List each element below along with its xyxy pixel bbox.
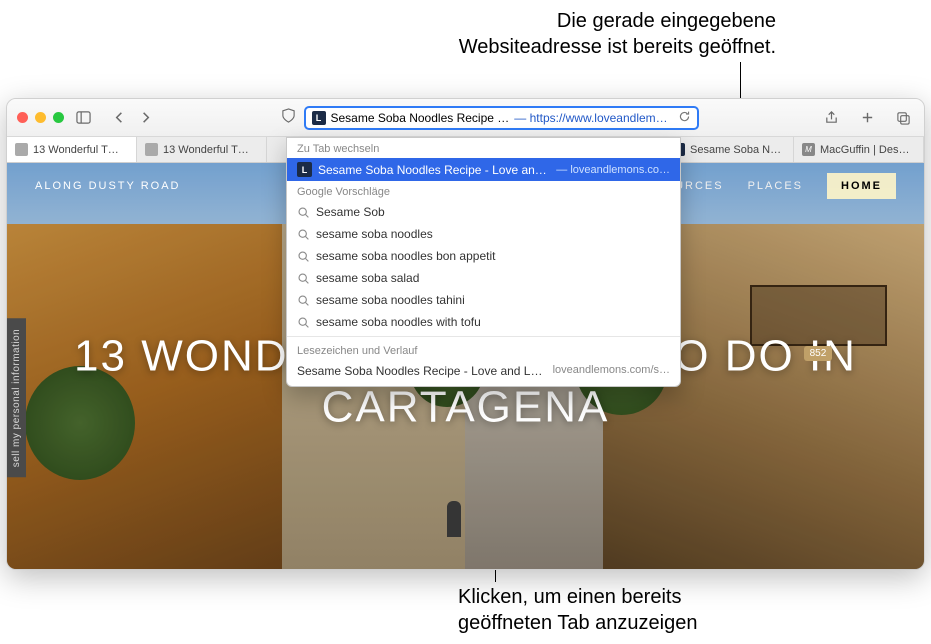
history-url: loveandlemons.com/s…: [553, 364, 670, 378]
tab-label: 13 Wonderful T…: [33, 144, 119, 156]
tab-label: Sesame Soba N…: [690, 144, 781, 156]
suggestion-text: sesame soba noodles bon appetit: [316, 249, 670, 263]
back-button[interactable]: [108, 108, 130, 128]
search-icon: [297, 316, 310, 329]
history-item[interactable]: Sesame Soba Noodles Recipe - Love and Le…: [287, 360, 680, 382]
nav-places[interactable]: PLACES: [748, 180, 803, 192]
annotation-top: Die gerade eingegebene Websiteadresse is…: [276, 8, 776, 60]
switch-to-tab-item[interactable]: L Sesame Soba Noodles Recipe - Love and …: [287, 158, 680, 181]
search-icon: [297, 272, 310, 285]
suggestion-title: Sesame Soba Noodles Recipe - Love and Le…: [318, 163, 550, 177]
search-suggestion[interactable]: sesame soba noodles bon appetit: [287, 245, 680, 267]
tab-label: MacGuffin | Des…: [820, 144, 909, 156]
toolbar: L Sesame Soba Noodles Recipe … — https:/…: [7, 99, 924, 137]
address-favicon: L: [312, 111, 326, 125]
privacy-shield-icon[interactable]: [278, 106, 300, 126]
dropdown-section-history: Lesezeichen und Verlauf: [287, 340, 680, 360]
tab-3[interactable]: M MacGuffin | Des…: [794, 137, 924, 162]
suggestion-text: Sesame Sob: [316, 205, 670, 219]
tab-1[interactable]: 13 Wonderful T…: [137, 137, 267, 162]
fullscreen-window-button[interactable]: [53, 112, 64, 123]
minimize-window-button[interactable]: [35, 112, 46, 123]
share-button[interactable]: [820, 108, 842, 128]
search-icon: [297, 206, 310, 219]
address-title: Sesame Soba Noodles Recipe …: [331, 111, 510, 125]
search-icon: [297, 250, 310, 263]
suggestion-text: sesame soba noodles tahini: [316, 293, 670, 307]
image-badge: 852: [804, 346, 833, 361]
window-controls: [17, 112, 64, 123]
address-url: — https://www.loveandlemons.c…: [514, 111, 672, 125]
search-icon: [297, 228, 310, 241]
new-tab-button[interactable]: [856, 108, 878, 128]
search-suggestion[interactable]: sesame soba noodles with tofu: [287, 311, 680, 333]
history-title: Sesame Soba Noodles Recipe - Love and Le…: [297, 364, 543, 378]
tab-label: 13 Wonderful T…: [163, 144, 249, 156]
search-icon: [297, 294, 310, 307]
tab-0[interactable]: 13 Wonderful T…: [7, 137, 137, 162]
dropdown-divider: [287, 336, 680, 337]
tab-overview-button[interactable]: [892, 108, 914, 128]
dropdown-section-switch: Zu Tab wechseln: [287, 138, 680, 158]
tab-favicon: [15, 143, 28, 156]
suggestion-text: sesame soba noodles: [316, 227, 670, 241]
privacy-side-tab[interactable]: sell my personal information: [7, 319, 26, 478]
site-brand[interactable]: ALONG DUSTY ROAD: [35, 180, 181, 192]
close-window-button[interactable]: [17, 112, 28, 123]
search-suggestion[interactable]: sesame soba noodles: [287, 223, 680, 245]
forward-button[interactable]: [134, 108, 156, 128]
tab-favicon: [145, 143, 158, 156]
address-suggestions-dropdown: Zu Tab wechseln L Sesame Soba Noodles Re…: [286, 137, 681, 387]
tab-2[interactable]: L Sesame Soba N…: [664, 137, 794, 162]
suggestion-text: sesame soba noodles with tofu: [316, 315, 670, 329]
search-suggestion[interactable]: Sesame Sob: [287, 201, 680, 223]
search-suggestion[interactable]: sesame soba noodles tahini: [287, 289, 680, 311]
search-suggestion[interactable]: sesame soba salad: [287, 267, 680, 289]
tab-favicon: M: [802, 143, 815, 156]
safari-window: L Sesame Soba Noodles Recipe … — https:/…: [6, 98, 925, 570]
dropdown-section-google: Google Vorschläge: [287, 181, 680, 201]
nav-home-button[interactable]: HOME: [827, 173, 896, 199]
suggestion-text: sesame soba salad: [316, 271, 670, 285]
sidebar-toggle-button[interactable]: [72, 108, 94, 128]
address-bar[interactable]: L Sesame Soba Noodles Recipe … — https:/…: [304, 106, 699, 130]
suggestion-subtitle: — loveandlemons.co…: [556, 164, 670, 176]
annotation-bottom: Klicken, um einen bereits geöffneten Tab…: [458, 584, 697, 636]
reload-icon[interactable]: [678, 110, 691, 126]
suggestion-favicon: L: [297, 162, 312, 177]
